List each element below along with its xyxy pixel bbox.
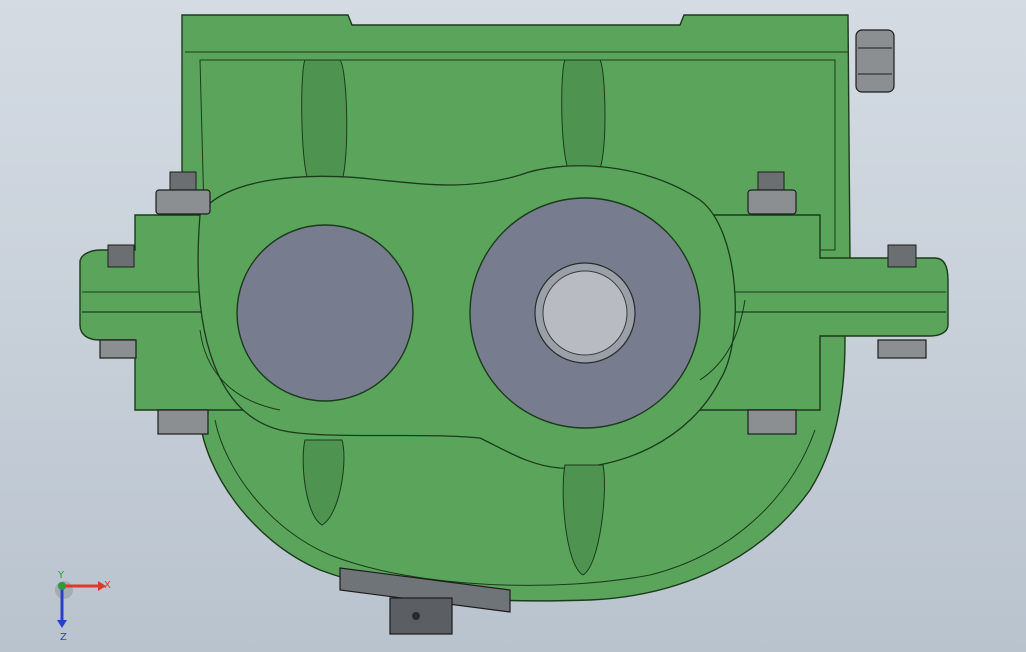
coordinate-triad: X Y Z [55, 570, 111, 643]
top-right-bolt [855, 29, 895, 93]
left-bearing-bore [236, 224, 414, 402]
bolt-bottom-right [747, 409, 797, 435]
cad-viewport[interactable]: X Y Z [0, 0, 1026, 652]
x-axis-label: X [104, 580, 111, 591]
z-axis-arrow-icon [57, 620, 67, 628]
drain-plug [389, 597, 453, 635]
upper-rib-right [561, 59, 606, 173]
drain-plug-hole [412, 612, 420, 620]
y-axis-icon [58, 582, 66, 590]
output-shaft-face [542, 270, 628, 356]
z-axis-label: Z [60, 632, 67, 643]
upper-rib-left [301, 59, 348, 186]
bolt-bottom-left [157, 409, 209, 435]
gearbox-model[interactable] [0, 0, 1026, 652]
y-axis-label: Y [57, 570, 65, 581]
